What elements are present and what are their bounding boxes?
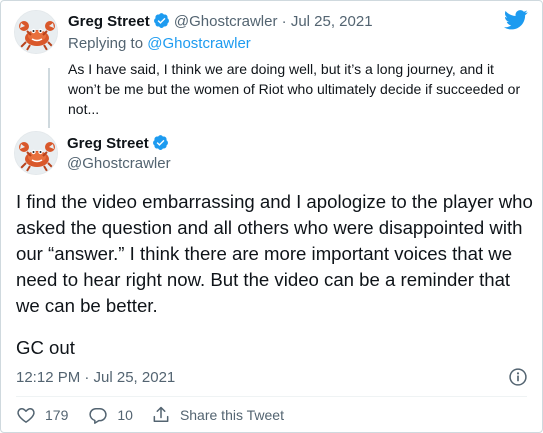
avatar[interactable]: [14, 10, 58, 54]
info-icon[interactable]: [508, 367, 528, 387]
heart-icon: [17, 408, 35, 423]
replying-to-line: Replying to @Ghostcrawler: [68, 34, 251, 54]
separator-dot: ·: [281, 13, 287, 30]
crab-avatar-icon: [15, 132, 57, 174]
share-label: Share this Tweet: [179, 407, 284, 423]
reply-bubble-icon: [89, 408, 108, 424]
verified-badge-icon: [153, 13, 169, 28]
crab-avatar-icon: [15, 11, 57, 53]
share-button[interactable]: Share this Tweet: [151, 405, 284, 425]
author-handle[interactable]: @Ghostcrawler: [174, 13, 278, 30]
reply-count: 10: [117, 407, 133, 423]
tweet-date[interactable]: Jul 25, 2021: [291, 13, 373, 30]
main-tweet-signoff: GC out: [16, 337, 75, 358]
replying-to-mention[interactable]: @Ghostcrawler: [147, 35, 251, 52]
author-handle[interactable]: @Ghostcrawler: [67, 154, 171, 174]
main-avatar[interactable]: [14, 131, 58, 175]
parent-tweet-text: As I have said, I think we are doing wel…: [68, 61, 521, 117]
main-author-name-row: Greg Street: [67, 134, 169, 154]
tweet-timestamp[interactable]: 12:12 PM · Jul 25, 2021: [16, 368, 175, 388]
like-button[interactable]: 179: [16, 405, 68, 425]
share-icon: [153, 406, 169, 422]
twitter-bird-icon[interactable]: [504, 10, 528, 30]
main-tweet-text: I find the video embarrassing and I apol…: [16, 191, 533, 316]
tweet-embed-card: Greg Street @Ghostcrawler · Jul 25, 2021…: [0, 0, 543, 433]
tweet-actions-bar: 179 10 Share this Tweet: [16, 404, 302, 426]
parent-tweet-header: Greg Street @Ghostcrawler · Jul 25, 2021: [68, 12, 373, 32]
reply-button[interactable]: 10: [88, 405, 133, 425]
actions-divider: [16, 396, 527, 397]
author-name[interactable]: Greg Street: [67, 135, 149, 152]
replying-prefix: Replying to: [68, 35, 144, 52]
thread-connector-line: [48, 68, 50, 128]
like-count: 179: [45, 407, 69, 423]
author-name[interactable]: Greg Street: [68, 13, 150, 30]
verified-badge-icon: [152, 135, 168, 150]
